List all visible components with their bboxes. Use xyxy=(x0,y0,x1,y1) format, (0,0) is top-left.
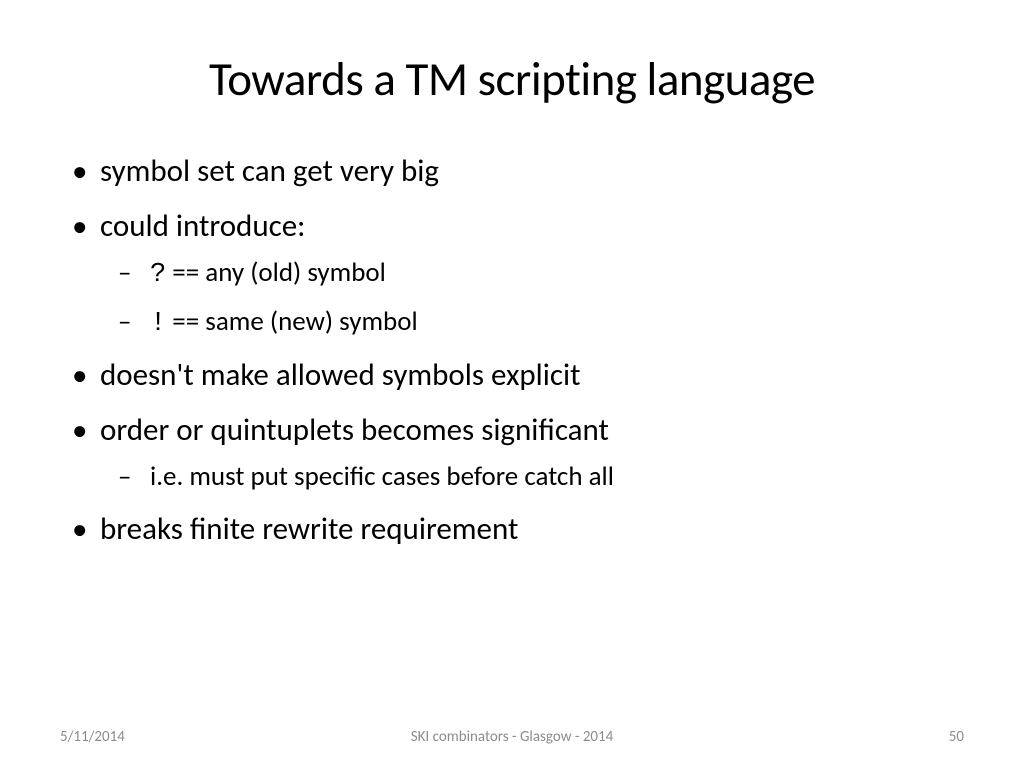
bullet-item: doesn't make allowed symbols explicit xyxy=(60,352,964,399)
slide: Towards a TM scripting language symbol s… xyxy=(0,0,1024,768)
sub-bullet-item: ! == same (new) symbol xyxy=(100,302,964,345)
bullet-item: symbol set can get very big xyxy=(60,148,964,195)
bullet-text: breaks finite rewrite requirement xyxy=(100,510,518,548)
slide-title: Towards a TM scripting language xyxy=(60,50,964,108)
bullet-item: could introduce: ? == any (old) symbol !… xyxy=(60,203,964,345)
slide-content: symbol set can get very big could introd… xyxy=(60,148,964,728)
bullet-item: order or quintuplets becomes significant… xyxy=(60,407,964,498)
bullet-text: could introduce: xyxy=(100,207,305,245)
slide-footer: 5/11/2014 SKI combinators - Glasgow - 20… xyxy=(0,728,1024,746)
sub-bullet-list: ? == any (old) symbol ! == same (new) sy… xyxy=(100,253,964,344)
footer-title: SKI combinators - Glasgow - 2014 xyxy=(411,728,614,746)
sub-bullet-list: i.e. must put specific cases before catc… xyxy=(100,457,964,498)
sub-bullet-text: i.e. must put specific cases before catc… xyxy=(150,460,614,493)
symbol-text: ? xyxy=(150,260,166,290)
symbol-text: ! xyxy=(150,309,166,339)
bullet-list: symbol set can get very big could introd… xyxy=(60,148,964,552)
bullet-text: order or quintuplets becomes significant xyxy=(100,411,609,449)
bullet-text: doesn't make allowed symbols explicit xyxy=(100,356,581,394)
bullet-text: symbol set can get very big xyxy=(100,152,439,190)
footer-page-number: 50 xyxy=(949,728,964,746)
sub-bullet-item: i.e. must put specific cases before catc… xyxy=(100,457,964,498)
sub-bullet-text: == same (new) symbol xyxy=(166,305,417,338)
sub-bullet-text: == any (old) symbol xyxy=(166,256,386,289)
footer-date: 5/11/2014 xyxy=(60,728,125,746)
sub-bullet-item: ? == any (old) symbol xyxy=(100,253,964,296)
bullet-item: breaks finite rewrite requirement xyxy=(60,506,964,553)
